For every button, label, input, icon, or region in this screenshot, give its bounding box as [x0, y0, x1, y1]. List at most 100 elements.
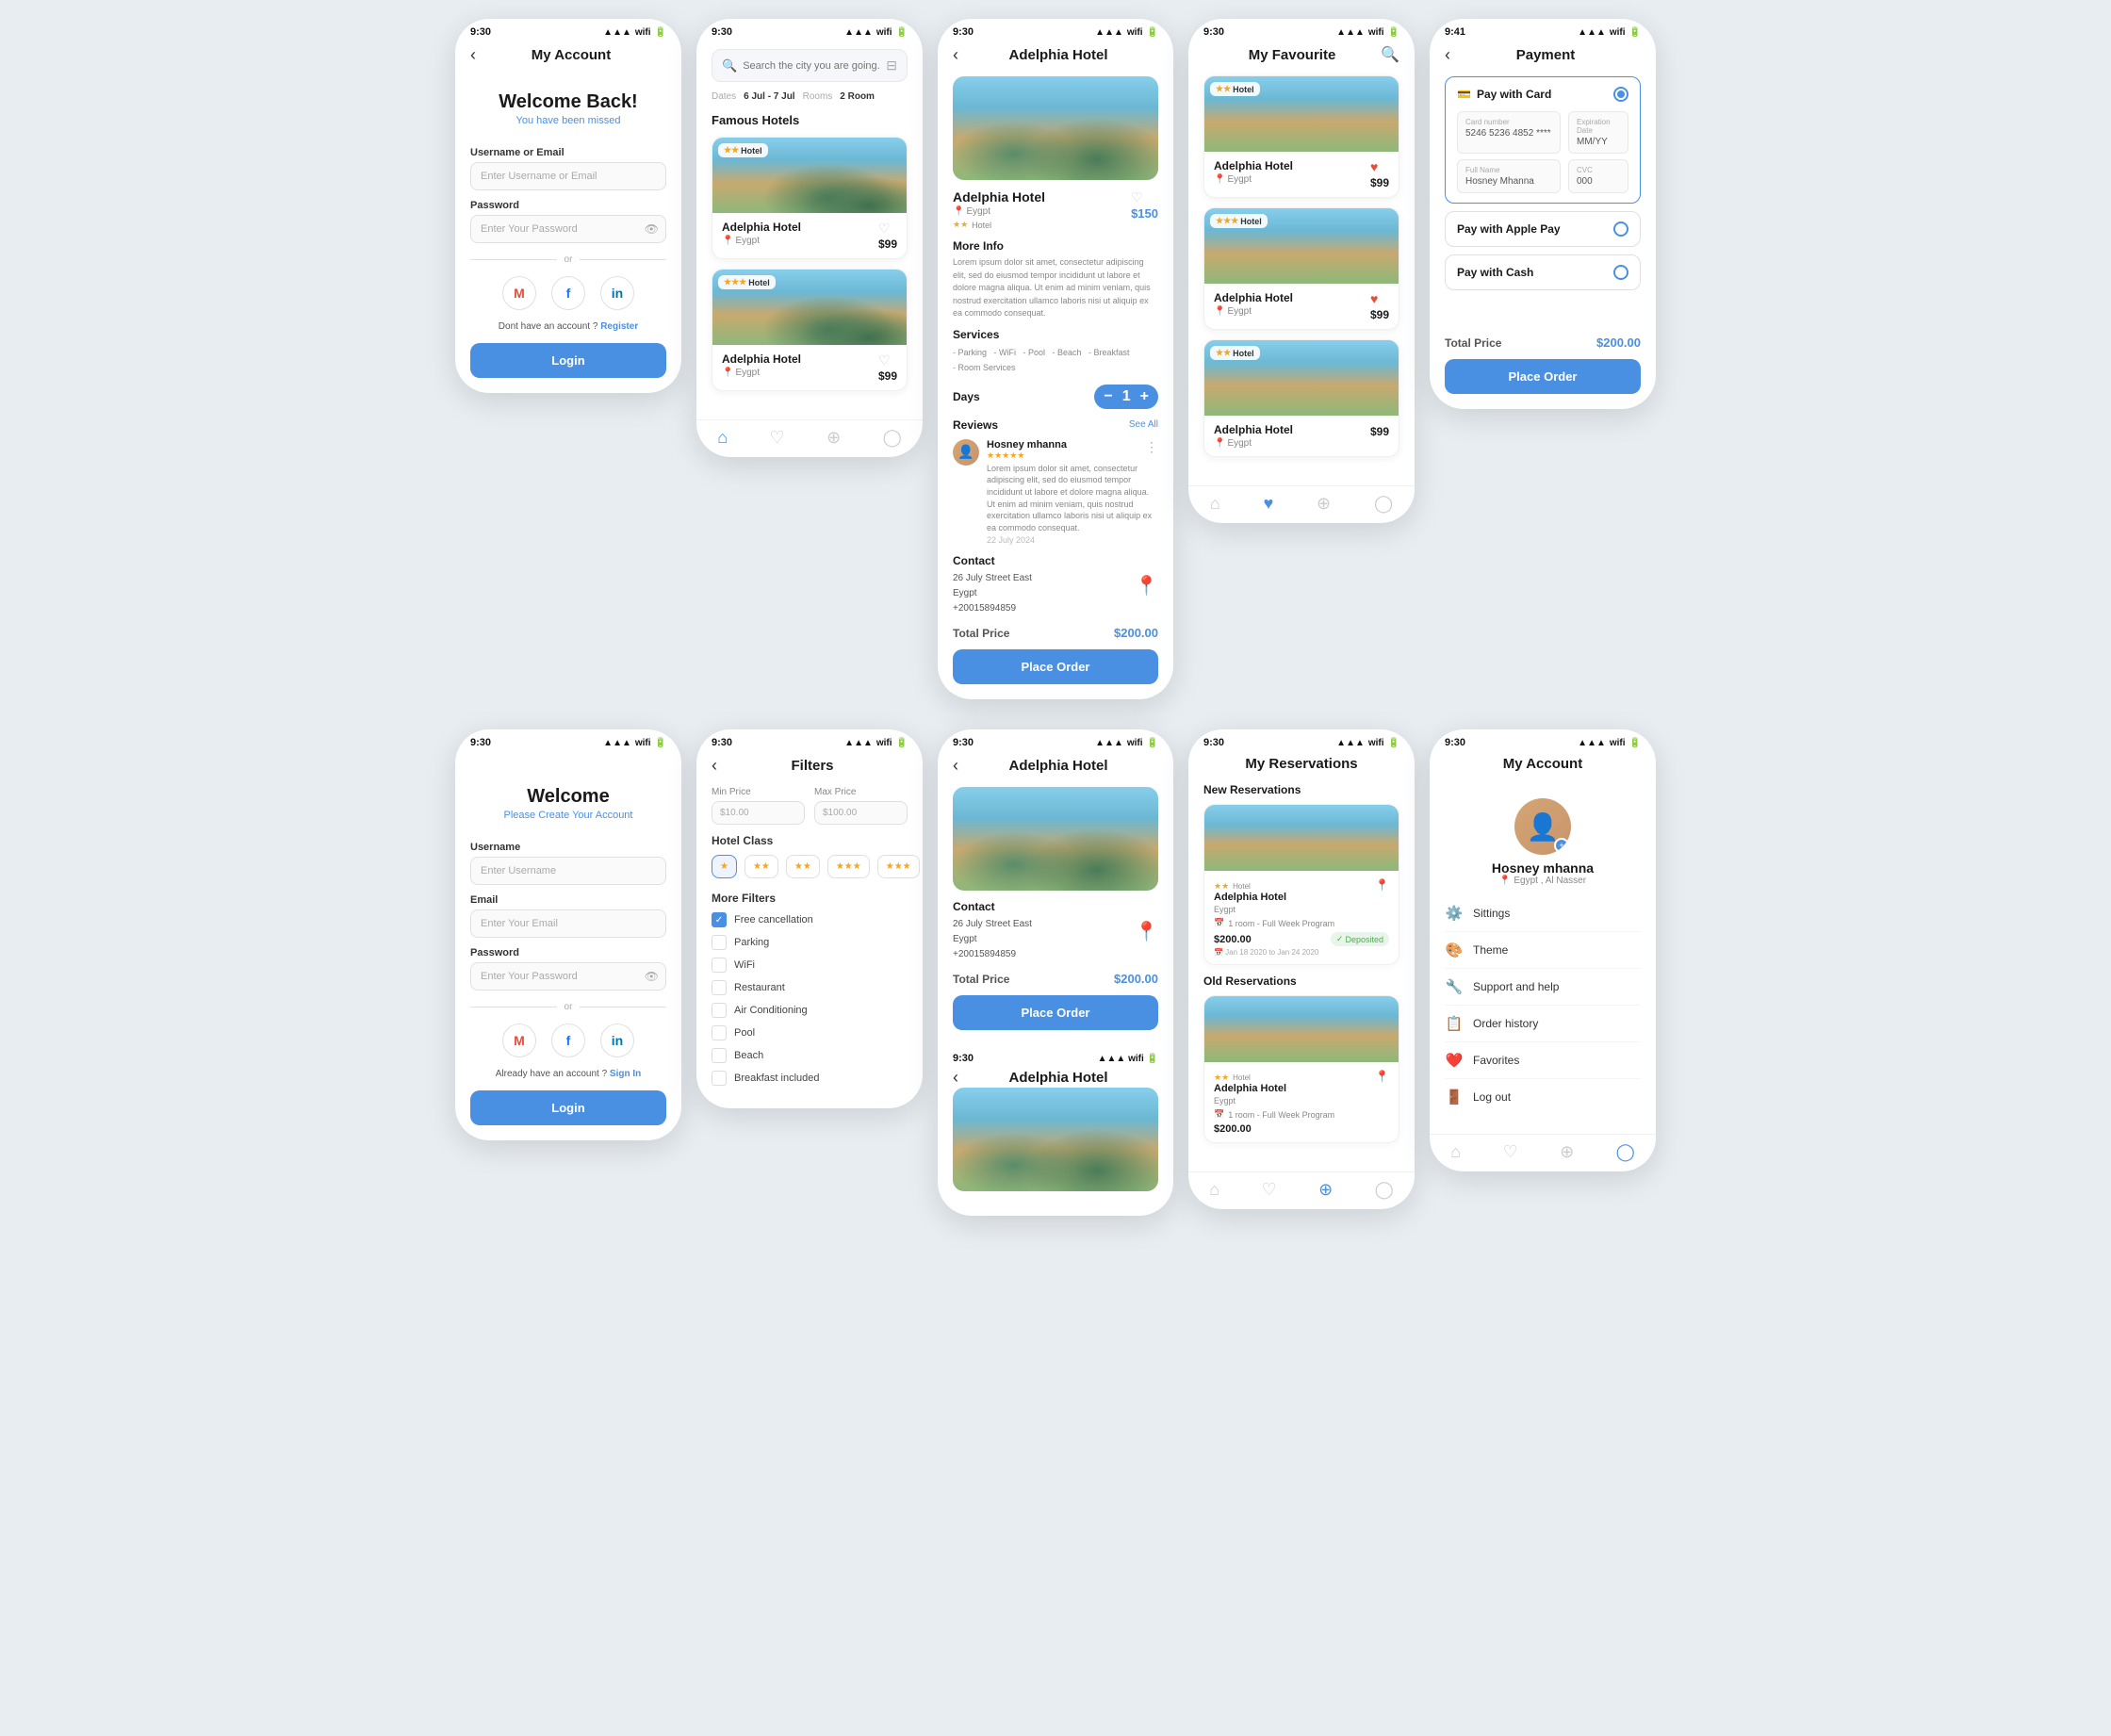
star-option-1[interactable]: ★ — [712, 855, 737, 878]
linkedin-login-btn[interactable]: in — [600, 276, 634, 310]
old-reservation-1[interactable]: ★★ Hotel Adelphia Hotel 📍 Eygpt 📅 1 room… — [1203, 995, 1399, 1143]
register-facebook-btn[interactable]: f — [551, 1024, 585, 1057]
cvc-field[interactable]: CVC 000 — [1568, 159, 1628, 193]
payment-total-row: Total Price $200.00 — [1445, 336, 1641, 350]
register-linkedin-btn[interactable]: in — [600, 1024, 634, 1057]
nav-heart[interactable]: ♡ — [1503, 1142, 1518, 1162]
res-location-icon-old-1: 📍 — [1375, 1070, 1389, 1083]
support-label: Support and help — [1473, 980, 1559, 993]
menu-item-orders[interactable]: 📋 Order history — [1445, 1006, 1641, 1042]
pay-cash-radio[interactable] — [1613, 265, 1628, 280]
checkbox-wifi[interactable] — [712, 958, 727, 973]
register-link[interactable]: Register — [600, 321, 638, 332]
nav-book[interactable]: ⊕ — [1560, 1142, 1574, 1162]
pay-card-option[interactable]: 💳 Pay with Card Card number 5246 5236 48… — [1445, 76, 1641, 204]
max-price-input[interactable] — [814, 801, 908, 825]
pay-cash-option[interactable]: Pay with Cash — [1445, 254, 1641, 290]
review-menu[interactable]: ⋮ — [1145, 439, 1158, 455]
nav-person[interactable]: ◯ — [883, 428, 902, 448]
hotel-card-2[interactable]: ★★★ Hotel Adelphia Hotel 📍 Eygpt ♡ — [712, 269, 908, 391]
password-eye-icon[interactable]: 👁 — [645, 222, 659, 236]
star-option-4[interactable]: ★★★ — [827, 855, 870, 878]
nav-book[interactable]: ⊕ — [1318, 1180, 1333, 1200]
facebook-login-btn[interactable]: f — [551, 276, 585, 310]
profile-avatar-badge[interactable]: + — [1554, 838, 1569, 853]
place-order-mid-btn[interactable]: Place Order — [953, 995, 1158, 1030]
checkbox-parking[interactable] — [712, 935, 727, 950]
hotel-heart-2[interactable]: ♡ — [878, 352, 891, 368]
pay-apple-radio[interactable] — [1613, 221, 1628, 237]
hotel-heart-1[interactable]: ♡ — [878, 221, 891, 236]
menu-item-favorites[interactable]: ❤️ Favorites — [1445, 1042, 1641, 1079]
new-reservation-1[interactable]: ★★ Hotel Adelphia Hotel 📍 Eygpt 📅 1 room… — [1203, 804, 1399, 965]
google-login-btn[interactable]: M — [502, 276, 536, 310]
fav-card-3[interactable]: ★★ Hotel Adelphia Hotel 📍 Eygpt — [1203, 339, 1399, 457]
register-eye-icon[interactable]: 👁 — [645, 970, 659, 983]
full-name-field[interactable]: Full Name Hosney Mhanna — [1457, 159, 1561, 193]
nav-heart[interactable]: ♡ — [1262, 1180, 1277, 1200]
screen-title: My Account — [476, 47, 666, 63]
checkbox-ac[interactable] — [712, 1003, 727, 1018]
filter-icon[interactable]: ⊟ — [886, 57, 897, 74]
search-bar[interactable]: 🔍 ⊟ — [712, 49, 908, 82]
password-input[interactable]: Enter Your Password — [470, 215, 666, 243]
nav-person[interactable]: ◯ — [1616, 1142, 1635, 1162]
card-number-field[interactable]: Card number 5246 5236 4852 **** — [1457, 111, 1561, 154]
star-option-3[interactable]: ★★ — [786, 855, 820, 878]
battery-icon: 🔋 — [1629, 738, 1641, 748]
checkbox-restaurant[interactable] — [712, 980, 727, 995]
map-pin-icon-mid[interactable]: 📍 — [1135, 920, 1158, 943]
menu-item-theme[interactable]: 🎨 Theme — [1445, 932, 1641, 969]
login-button[interactable]: Login — [470, 343, 666, 378]
checkbox-free-cancel[interactable]: ✓ — [712, 912, 727, 927]
nav-heart[interactable]: ♥ — [1264, 494, 1274, 514]
fav-heart-1[interactable]: ♥ — [1370, 159, 1378, 174]
fav-heart-2[interactable]: ♥ — [1370, 291, 1378, 306]
favorites-label: Favorites — [1473, 1054, 1519, 1067]
nav-book[interactable]: ⊕ — [1317, 494, 1331, 514]
nav-home[interactable]: ⌂ — [1450, 1142, 1461, 1162]
menu-item-support[interactable]: 🔧 Support and help — [1445, 969, 1641, 1006]
register-email-input[interactable]: Enter Your Email — [470, 909, 666, 938]
signal-icon: ▲▲▲ — [1578, 738, 1606, 748]
signin-link[interactable]: Sign In — [610, 1069, 641, 1079]
map-pin-icon[interactable]: 📍 — [1135, 574, 1158, 598]
star-option-2[interactable]: ★★ — [745, 855, 778, 878]
checkbox-pool[interactable] — [712, 1025, 727, 1040]
search-input[interactable] — [743, 60, 880, 72]
nav-book[interactable]: ⊕ — [826, 428, 841, 448]
register-username-input[interactable]: Enter Username — [470, 857, 666, 885]
fav-card-2[interactable]: ★★★ Hotel Adelphia Hotel 📍 Eygpt — [1203, 207, 1399, 330]
fav-card-1[interactable]: ★★ Hotel Adelphia Hotel 📍 Eygpt — [1203, 75, 1399, 198]
nav-home[interactable]: ⌂ — [717, 428, 728, 448]
detail-heart[interactable]: ♡ — [1131, 189, 1143, 205]
checkbox-beach[interactable] — [712, 1048, 727, 1063]
payment-place-order-btn[interactable]: Place Order — [1445, 359, 1641, 394]
register-google-btn[interactable]: M — [502, 1024, 536, 1057]
login-new-screen: 9:30 ▲▲▲ wifi 🔋 Welcome Please Create Yo… — [455, 729, 681, 1140]
pay-apple-option[interactable]: Pay with Apple Pay — [1445, 211, 1641, 247]
register-login-btn[interactable]: Login — [470, 1090, 666, 1125]
exp-date-field[interactable]: Expiration Date MM/YY — [1568, 111, 1628, 154]
menu-item-settings[interactable]: ⚙️ Sittings — [1445, 895, 1641, 932]
days-decrement[interactable]: − — [1104, 388, 1112, 405]
search-action[interactable]: 🔍 — [1381, 45, 1399, 64]
see-all-btn[interactable]: See All — [1129, 419, 1158, 430]
pay-card-radio[interactable] — [1613, 87, 1628, 102]
days-increment[interactable]: + — [1140, 388, 1149, 405]
place-order-btn[interactable]: Place Order — [953, 649, 1158, 684]
menu-item-logout[interactable]: 🚪 Log out — [1445, 1079, 1641, 1115]
hotel-card-1[interactable]: ★★ Hotel Adelphia Hotel 📍 Eygpt ♡ $ — [712, 137, 908, 259]
min-price-label: Min Price — [712, 787, 805, 797]
nav-heart[interactable]: ♡ — [770, 428, 785, 448]
checkbox-breakfast[interactable] — [712, 1071, 727, 1086]
nav-person[interactable]: ◯ — [1375, 1180, 1394, 1200]
star-option-5[interactable]: ★★★ — [877, 855, 920, 878]
nav-person[interactable]: ◯ — [1374, 494, 1393, 514]
min-price-input[interactable] — [712, 801, 805, 825]
nav-home[interactable]: ⌂ — [1209, 1180, 1219, 1200]
username-input[interactable]: Enter Username or Email — [470, 162, 666, 190]
nav-home[interactable]: ⌂ — [1210, 494, 1220, 514]
register-password-input[interactable]: Enter Your Password — [470, 962, 666, 991]
res-info-old-1: ★★ Hotel Adelphia Hotel 📍 Eygpt 📅 1 room… — [1204, 1062, 1399, 1142]
